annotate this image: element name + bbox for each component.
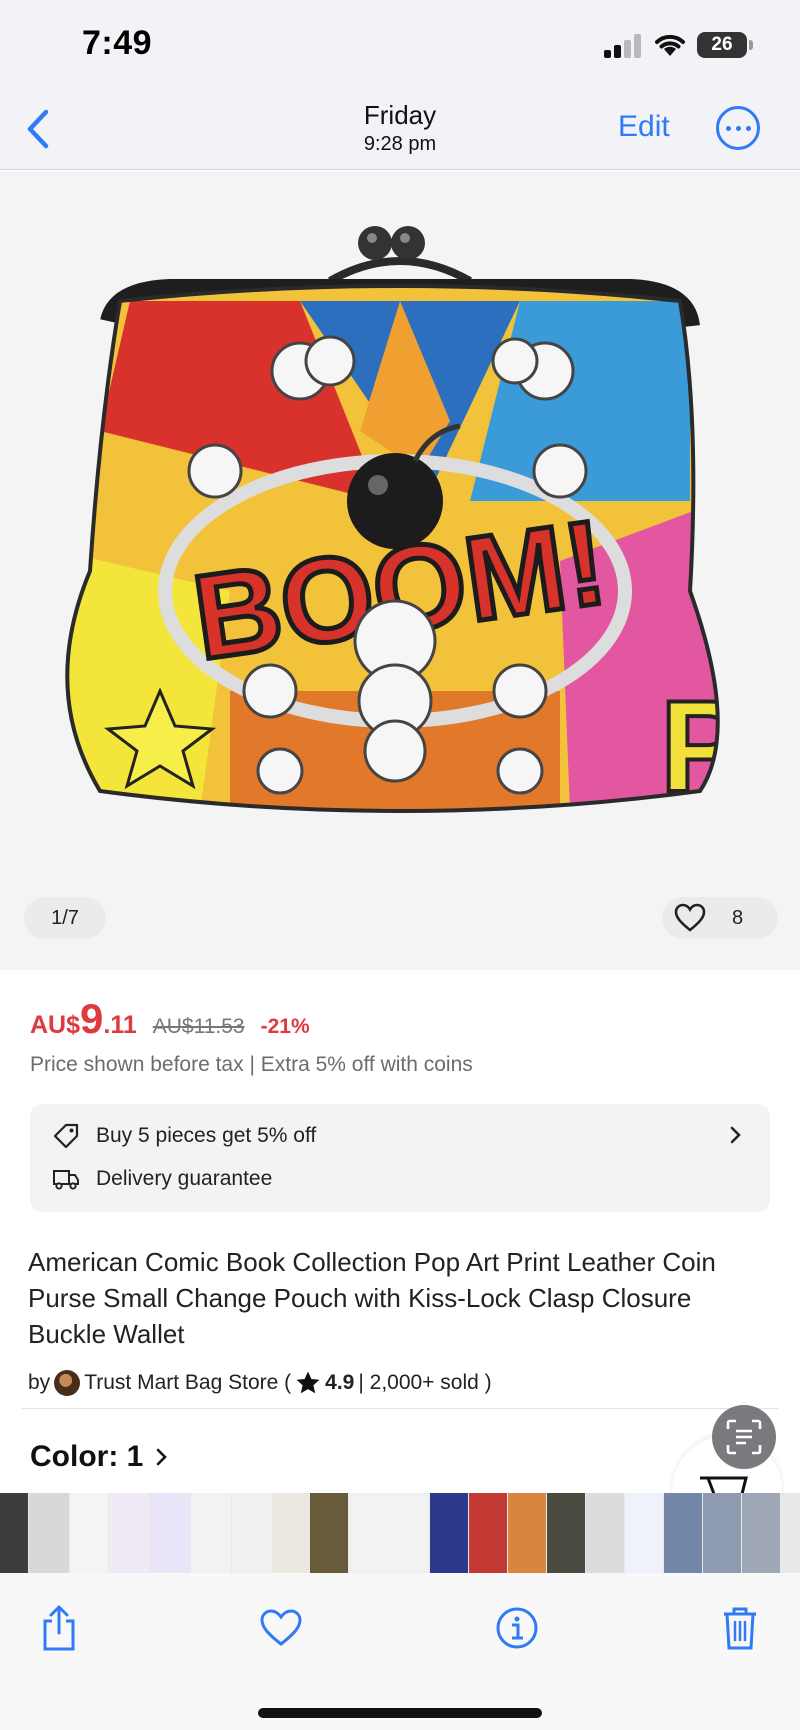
- seller-row[interactable]: by Trust Mart Bag Store ( 4.9 | 2,000+ s…: [28, 1370, 492, 1396]
- photo-thumbnail[interactable]: [547, 1493, 585, 1573]
- photo-thumbnail[interactable]: [70, 1493, 108, 1573]
- battery-icon: 26: [697, 32, 747, 58]
- favorite-button[interactable]: [256, 1603, 306, 1653]
- photo-thumbnail[interactable]: [273, 1493, 309, 1573]
- photo-thumbnail[interactable]: [742, 1493, 780, 1573]
- tag-icon: [53, 1123, 79, 1149]
- photo-thumbnail-strip[interactable]: [0, 1493, 800, 1573]
- photo-thumbnail[interactable]: [232, 1493, 272, 1573]
- photo-thumbnail[interactable]: [29, 1493, 69, 1573]
- photo-thumbnail[interactable]: [508, 1493, 546, 1573]
- promo-row[interactable]: Buy 5 pieces get 5% off: [52, 1122, 316, 1150]
- price-row: AU$ 9 .11 AU$11.53 -21%: [30, 995, 310, 1043]
- seller-name[interactable]: Trust Mart Bag Store (: [84, 1371, 291, 1395]
- photo-thumbnail[interactable]: [310, 1493, 348, 1573]
- info-button[interactable]: [492, 1603, 542, 1653]
- share-icon: [43, 1605, 75, 1651]
- coin-purse-illustration: BOOM! P: [65, 226, 747, 819]
- delivery-text: Delivery guarantee: [96, 1167, 273, 1190]
- chevron-right-icon: [730, 1126, 741, 1144]
- battery-cap: [749, 40, 753, 50]
- share-button[interactable]: [34, 1603, 84, 1653]
- edit-button[interactable]: Edit: [618, 110, 670, 144]
- live-text-button[interactable]: [712, 1405, 776, 1469]
- original-price: AU$11.53: [152, 1015, 245, 1038]
- product-image[interactable]: BOOM! P 1/7 8: [0, 171, 800, 970]
- photo-thumbnail[interactable]: [150, 1493, 190, 1573]
- delete-button[interactable]: [715, 1603, 765, 1653]
- photo-thumbnail[interactable]: [430, 1493, 468, 1573]
- color-selector[interactable]: Color: 1: [30, 1440, 169, 1474]
- wifi-icon: [655, 34, 685, 56]
- status-bar: 7:49 26: [0, 0, 800, 90]
- price-decimal: .11: [103, 1011, 137, 1039]
- product-title: American Comic Book Collection Pop Art P…: [28, 1247, 716, 1349]
- chevron-right-icon: [157, 1448, 168, 1466]
- heart-icon: [260, 1609, 302, 1646]
- price-integer: 9: [80, 995, 104, 1042]
- image-counter: 1/7: [24, 897, 106, 939]
- discount-badge: -21%: [260, 1015, 310, 1038]
- delivery-row[interactable]: Delivery guarantee: [52, 1167, 272, 1191]
- nav-title-day: Friday: [363, 100, 437, 130]
- delivery-truck-icon: [53, 1170, 79, 1190]
- promotions-panel[interactable]: Buy 5 pieces get 5% off Delivery guarant…: [30, 1104, 770, 1212]
- svg-text:P: P: [660, 673, 747, 819]
- color-label: Color: 1: [30, 1440, 144, 1473]
- seller-prefix: by: [28, 1371, 51, 1394]
- heart-icon: [674, 903, 706, 932]
- divider: [22, 1408, 778, 1409]
- photo-thumbnail-active[interactable]: [349, 1493, 429, 1573]
- price-note: Price shown before tax | Extra 5% off wi…: [30, 1053, 473, 1076]
- photo-thumbnail[interactable]: [469, 1493, 507, 1573]
- navigation-bar: Friday 9:28 pm Edit: [0, 90, 800, 170]
- text-scan-icon: [726, 1419, 762, 1455]
- trash-icon: [724, 1607, 756, 1650]
- bottom-toolbar: [0, 1573, 800, 1730]
- nav-title-time: 9:28 pm: [363, 133, 437, 155]
- cellular-signal-icon: [604, 34, 644, 58]
- seller-avatar: [54, 1370, 81, 1396]
- sold-count: | 2,000+ sold ): [358, 1371, 492, 1394]
- info-icon: [496, 1607, 538, 1649]
- promo-text: Buy 5 pieces get 5% off: [96, 1124, 317, 1147]
- nav-title: Friday 9:28 pm: [0, 100, 800, 156]
- photo-thumbnail[interactable]: [191, 1493, 231, 1573]
- star-icon: [296, 1371, 320, 1394]
- battery-level: 26: [711, 34, 733, 55]
- more-options-button[interactable]: [716, 106, 760, 150]
- photo-thumbnail[interactable]: [586, 1493, 624, 1573]
- photo-thumbnail[interactable]: [703, 1493, 741, 1573]
- photo-thumbnail[interactable]: [0, 1493, 28, 1573]
- photo-thumbnail[interactable]: [109, 1493, 149, 1573]
- seller-rating: 4.9: [325, 1371, 355, 1394]
- price-currency: AU$: [30, 1011, 81, 1039]
- home-indicator: [258, 1708, 542, 1718]
- photo-thumbnail[interactable]: [625, 1493, 663, 1573]
- like-button[interactable]: 8: [662, 897, 778, 939]
- status-time: 7:49: [82, 24, 153, 62]
- like-count: 8: [732, 906, 744, 929]
- photo-thumbnail[interactable]: [664, 1493, 702, 1573]
